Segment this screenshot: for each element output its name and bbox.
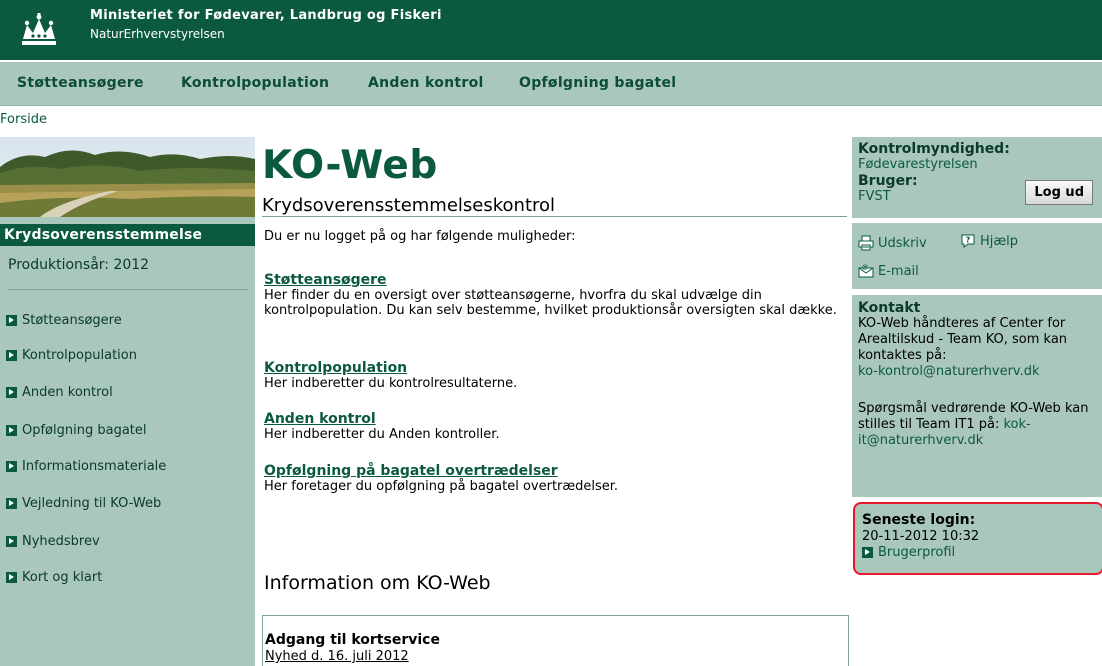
section-text: Her foretager du opfølgning på bagatel o… bbox=[264, 479, 619, 494]
arrow-right-icon bbox=[6, 387, 17, 398]
help-label: Hjælp bbox=[980, 233, 1019, 249]
sidebar-item-label: Støtteansøgere bbox=[22, 313, 122, 328]
arrow-right-icon bbox=[6, 572, 17, 583]
sidebar-item-kort-og-klart[interactable]: Kort og klart bbox=[6, 570, 102, 585]
printer-icon bbox=[858, 235, 874, 251]
arrow-right-icon bbox=[6, 498, 17, 509]
arrow-right-icon bbox=[6, 315, 17, 326]
agency-name: NaturErhvervstyrelsen bbox=[90, 27, 225, 41]
section-link-opfolgning[interactable]: Opfølgning på bagatel overtrædelser bbox=[264, 464, 844, 479]
nav-opfolgning-bagatel[interactable]: Opfølgning bagatel bbox=[519, 75, 676, 91]
last-login-time: 20-11-2012 10:32 bbox=[862, 529, 980, 544]
section-text: Her indberetter du kontrolresultaterne. bbox=[264, 376, 518, 391]
sidebar-item-informationsmateriale[interactable]: Informationsmateriale bbox=[6, 459, 166, 474]
contact-label: Kontakt bbox=[858, 300, 921, 316]
sidebar-item-label: Kontrolpopulation bbox=[22, 348, 137, 363]
svg-text:?: ? bbox=[966, 236, 971, 245]
section-opfolgning: Opfølgning på bagatel overtrædelser Her … bbox=[264, 464, 844, 495]
question-text-body: Spørgsmål vedrørende KO-Web kan stilles … bbox=[858, 401, 1089, 432]
arrow-right-icon bbox=[6, 425, 17, 436]
section-stotteansogere: Støtteansøgere Her finder du en oversigt… bbox=[264, 273, 844, 319]
question-text: Spørgsmål vedrørende KO-Web kan stilles … bbox=[858, 401, 1098, 449]
sidebar-item-label: Kort og klart bbox=[22, 570, 103, 585]
ministry-name: Ministeriet for Fødevarer, Landbrug og F… bbox=[90, 8, 442, 23]
user-profile-label: Brugerprofil bbox=[878, 545, 956, 560]
landscape-image bbox=[0, 137, 255, 217]
svg-text:@: @ bbox=[862, 264, 868, 271]
section-anden-kontrol: Anden kontrol Her indberetter du Anden k… bbox=[264, 412, 844, 443]
contact-email-link[interactable]: ko-kontrol@naturerhverv.dk bbox=[858, 364, 1098, 379]
sidebar-item-kontrolpopulation[interactable]: Kontrolpopulation bbox=[6, 348, 137, 363]
arrow-right-icon bbox=[6, 350, 17, 361]
tools-panel: Udskriv ? Hjælp @ E-mail bbox=[852, 223, 1102, 289]
email-label: E-mail bbox=[878, 263, 919, 279]
news-date-link[interactable]: Nyhed d. 16. juli 2012 bbox=[265, 649, 846, 664]
arrow-right-icon bbox=[862, 547, 873, 558]
production-year: Produktionsår: 2012 bbox=[8, 257, 150, 273]
section-link-stotteansogere[interactable]: Støtteansøgere bbox=[264, 273, 844, 288]
help-link[interactable]: ? Hjælp bbox=[960, 233, 1018, 249]
contact-panel: Kontakt KO-Web håndteres af Center for A… bbox=[852, 295, 1102, 497]
sidebar-item-opfolgning-bagatel[interactable]: Opfølgning bagatel bbox=[6, 423, 147, 438]
intro-text: Du er nu logget på og har følgende mulig… bbox=[264, 229, 576, 244]
nav-anden-kontrol[interactable]: Anden kontrol bbox=[368, 75, 484, 91]
sidebar-heading: Krydsoverensstemmelse bbox=[0, 224, 255, 246]
news-box: Adgang til kortservice Nyhed d. 16. juli… bbox=[262, 615, 849, 666]
sidebar-item-stotteansogere[interactable]: Støtteansøgere bbox=[6, 313, 122, 328]
sidebar-item-label: Anden kontrol bbox=[22, 385, 113, 400]
user-panel: Kontrolmyndighed: Fødevarestyrelsen Brug… bbox=[852, 137, 1102, 218]
help-icon: ? bbox=[961, 234, 975, 248]
arrow-right-icon bbox=[6, 461, 17, 472]
crown-icon bbox=[14, 11, 64, 51]
nav-stotteansogere[interactable]: Støtteansøgere bbox=[17, 75, 144, 91]
nav-kontrolpopulation[interactable]: Kontrolpopulation bbox=[181, 75, 329, 91]
email-link[interactable]: @ E-mail bbox=[858, 263, 919, 279]
title-divider bbox=[262, 216, 847, 217]
last-login-panel: Seneste login: 20-11-2012 10:32 Brugerpr… bbox=[853, 502, 1102, 575]
top-navigation: Støtteansøgere Kontrolpopulation Anden k… bbox=[0, 62, 1102, 106]
section-link-kontrolpopulation[interactable]: Kontrolpopulation bbox=[264, 361, 844, 376]
info-heading: Information om KO-Web bbox=[264, 572, 491, 594]
header-bar: Ministeriet for Fødevarer, Landbrug og F… bbox=[0, 0, 1102, 60]
authority-value: Fødevarestyrelsen bbox=[858, 157, 978, 172]
sidebar-item-label: Vejledning til KO-Web bbox=[22, 496, 162, 511]
authority-label: Kontrolmyndighed: bbox=[858, 141, 1010, 157]
arrow-right-icon bbox=[6, 536, 17, 547]
section-kontrolpopulation: Kontrolpopulation Her indberetter du kon… bbox=[264, 361, 844, 392]
print-link[interactable]: Udskriv bbox=[858, 235, 927, 251]
section-text: Her indberetter du Anden kontroller. bbox=[264, 427, 500, 442]
print-label: Udskriv bbox=[878, 235, 927, 251]
sidebar-item-vejledning[interactable]: Vejledning til KO-Web bbox=[6, 496, 161, 511]
left-sidebar: Krydsoverensstemmelse Produktionsår: 201… bbox=[0, 137, 255, 666]
sidebar-divider bbox=[8, 289, 248, 290]
page-title: KO-Web bbox=[262, 143, 438, 188]
section-text: Her finder du en oversigt over støtteans… bbox=[264, 288, 837, 318]
sidebar-item-label: Informationsmateriale bbox=[22, 459, 167, 474]
breadcrumb-home[interactable]: Forside bbox=[0, 112, 47, 127]
sidebar-item-nyhedsbrev[interactable]: Nyhedsbrev bbox=[6, 534, 100, 549]
logout-button[interactable]: Log ud bbox=[1025, 180, 1093, 205]
email-icon: @ bbox=[858, 264, 874, 278]
news-title: Adgang til kortservice bbox=[265, 632, 440, 648]
section-link-anden-kontrol[interactable]: Anden kontrol bbox=[264, 412, 844, 427]
contact-text: KO-Web håndteres af Center for Arealtils… bbox=[858, 316, 1068, 363]
sidebar-item-label: Opfølgning bagatel bbox=[22, 423, 147, 438]
sidebar-item-anden-kontrol[interactable]: Anden kontrol bbox=[6, 385, 113, 400]
page-subtitle: Krydsoverensstemmelseskontrol bbox=[262, 195, 556, 216]
user-profile-link[interactable]: Brugerprofil bbox=[862, 545, 1102, 560]
sidebar-item-label: Nyhedsbrev bbox=[22, 534, 100, 549]
last-login-label: Seneste login: bbox=[862, 512, 976, 528]
